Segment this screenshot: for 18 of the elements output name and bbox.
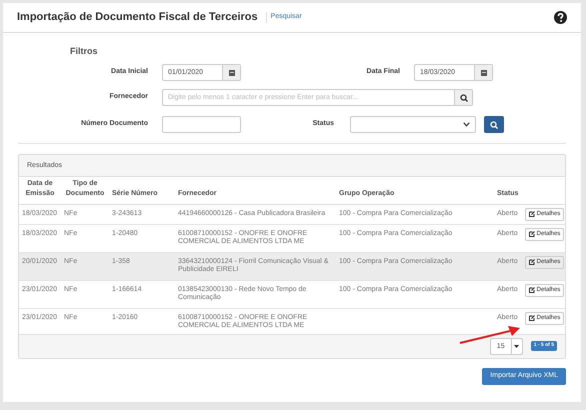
page-title: Importação de Documento Fiscal de Terceiros xyxy=(17,10,258,26)
search-icon xyxy=(460,94,468,102)
edit-icon xyxy=(528,231,535,237)
calendar-icon xyxy=(228,68,236,77)
help-icon xyxy=(554,11,567,24)
edit-icon xyxy=(528,287,535,293)
caret-down-icon xyxy=(514,344,520,348)
calendar-icon xyxy=(480,68,488,77)
annotation-arrow xyxy=(458,325,522,345)
edit-icon xyxy=(528,211,535,217)
edit-icon xyxy=(528,259,535,265)
edit-icon xyxy=(528,315,535,321)
input-field[interactable] xyxy=(162,116,241,133)
search-button[interactable] xyxy=(484,116,504,133)
status-dropdown[interactable] xyxy=(350,116,476,133)
filters-heading: Filtros xyxy=(70,45,99,58)
chevron-down-icon xyxy=(463,122,470,127)
search-icon xyxy=(490,120,498,128)
